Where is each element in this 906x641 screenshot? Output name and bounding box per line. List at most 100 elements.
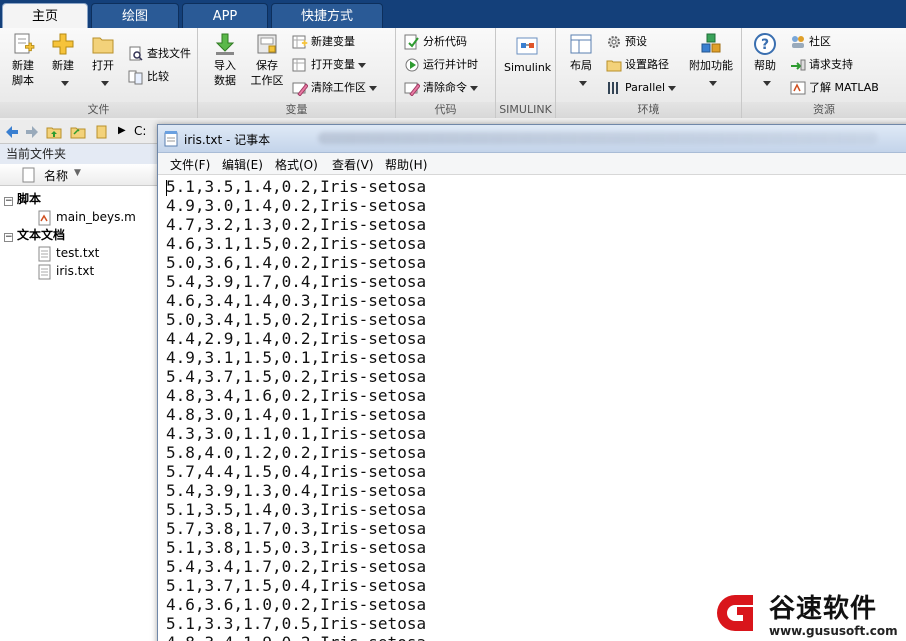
clear-workspace-icon: [292, 82, 308, 96]
clear-commands-button[interactable]: 清除命令: [404, 78, 478, 98]
name-column-header[interactable]: 名称: [44, 167, 68, 184]
preferences-button[interactable]: 预设: [606, 32, 647, 52]
save-workspace-label: 保存 工作区: [250, 59, 284, 87]
clear-workspace-dropdown-icon: [369, 85, 377, 91]
current-folder-title: 当前文件夹: [0, 144, 160, 164]
text-line: 4.3,3.0,1.1,0.1,Iris-setosa: [166, 424, 427, 443]
notepad-window: iris.txt - 记事本 文件(F) 编辑(E) 格式(O) 查看(V) 帮…: [157, 124, 906, 641]
environment-group-label: 环境: [556, 102, 741, 118]
forward-arrow-icon[interactable]: [24, 124, 40, 140]
code-group-label: 代码: [396, 102, 495, 118]
learn-matlab-button[interactable]: 了解 MATLAB: [790, 78, 879, 98]
group-text-docs-label: 文本文档: [17, 228, 66, 242]
file-group-label: 文件: [0, 102, 197, 118]
plus-icon: [52, 33, 74, 55]
file-item[interactable]: test.txt: [38, 244, 99, 262]
help-button[interactable]: ? 帮助: [744, 32, 786, 88]
file-item[interactable]: iris.txt: [38, 262, 94, 280]
menu-format[interactable]: 格式(O): [275, 156, 318, 173]
request-support-button[interactable]: 请求支持: [790, 55, 853, 75]
browse-folder-icon[interactable]: [70, 124, 86, 140]
clear-workspace-label: 清除工作区: [311, 81, 366, 94]
set-path-button[interactable]: 设置路径: [606, 55, 669, 75]
clear-commands-dropdown-icon: [470, 85, 478, 91]
text-caret: [166, 180, 167, 196]
community-button[interactable]: 社区: [790, 32, 831, 52]
find-files-label: 查找文件: [147, 47, 191, 60]
import-icon: [215, 33, 235, 55]
layout-label: 布局: [570, 59, 592, 72]
run-and-time-button[interactable]: 运行并计时: [404, 55, 478, 75]
community-icon: [792, 36, 804, 48]
layout-button[interactable]: 布局: [560, 32, 602, 88]
addons-button[interactable]: 附加功能: [686, 32, 736, 88]
text-line: 4.8,3.0,1.4,0.1,Iris-setosa: [166, 405, 427, 424]
folder-icon: [92, 37, 114, 54]
find-files-icon: [129, 46, 143, 61]
tab-apps[interactable]: APP: [182, 3, 268, 28]
new-variable-button[interactable]: 新建变量: [292, 32, 355, 52]
file-name: iris.txt: [56, 264, 95, 278]
text-line: 5.4,3.7,1.5,0.2,Iris-setosa: [166, 367, 427, 386]
new-variable-icon: [292, 35, 308, 49]
parallel-button[interactable]: Parallel: [606, 78, 677, 98]
group-scripts[interactable]: − 脚本: [4, 190, 41, 208]
run-and-time-icon: [405, 58, 419, 72]
find-files-button[interactable]: 查找文件: [128, 44, 191, 64]
open-label: 打开: [92, 59, 114, 72]
file-type-column-icon: [22, 167, 35, 183]
open-variable-label: 打开变量: [311, 58, 355, 71]
new-button[interactable]: 新建: [42, 32, 84, 88]
menu-file[interactable]: 文件(F): [170, 156, 210, 173]
back-arrow-icon[interactable]: [4, 124, 20, 140]
collapse-icon[interactable]: −: [4, 197, 13, 206]
gususoft-logo: [707, 586, 763, 641]
community-label: 社区: [809, 35, 831, 48]
open-button[interactable]: 打开: [82, 32, 124, 88]
ribbon-toolbar: 新建 脚本 新建 打开 查找文件 比较 文件 导入 数据 保存 工作区 新建变量…: [0, 28, 906, 118]
analyze-code-label: 分析代码: [423, 35, 467, 48]
file-item[interactable]: main_beys.m: [38, 208, 136, 226]
tab-plots[interactable]: 绘图: [91, 3, 179, 28]
open-variable-button[interactable]: 打开变量: [292, 55, 366, 75]
request-support-label: 请求支持: [809, 58, 853, 71]
menu-help[interactable]: 帮助(H): [385, 156, 427, 173]
layout-icon: [570, 34, 592, 54]
text-line: 5.4,3.9,1.3,0.4,Iris-setosa: [166, 481, 427, 500]
simulink-group: Simulink SIMULINK: [496, 28, 556, 118]
tab-shortcuts[interactable]: 快捷方式: [271, 3, 383, 28]
group-text-docs[interactable]: − 文本文档: [4, 226, 65, 244]
save-workspace-icon: [257, 34, 277, 54]
new-variable-label: 新建变量: [311, 35, 355, 48]
clear-commands-label: 清除命令: [423, 81, 467, 94]
blurred-background-path: [318, 132, 878, 144]
learn-matlab-icon: [790, 81, 806, 95]
watermark-brand: 谷速软件: [769, 594, 878, 624]
new-dropdown-icon: [60, 80, 69, 86]
code-group: 分析代码 运行并计时 清除命令 代码: [396, 28, 496, 118]
preferences-label: 预设: [625, 35, 647, 48]
collapse-icon[interactable]: −: [4, 233, 13, 242]
notepad-title-bar[interactable]: iris.txt - 记事本: [158, 125, 906, 153]
import-data-label: 导入 数据: [214, 59, 236, 87]
menu-edit[interactable]: 编辑(E): [222, 156, 263, 173]
compare-button[interactable]: 比较: [128, 67, 169, 87]
compare-icon: [128, 70, 143, 85]
layout-dropdown-icon: [578, 80, 587, 86]
addons-cubes-icon: [701, 33, 721, 53]
svg-text:?: ?: [761, 37, 769, 53]
analyze-code-button[interactable]: 分析代码: [404, 32, 467, 52]
menu-view[interactable]: 查看(V): [332, 156, 374, 173]
help-icon: ?: [754, 33, 776, 55]
tab-home[interactable]: 主页: [2, 3, 88, 28]
save-workspace-button[interactable]: 保存 工作区: [246, 32, 288, 88]
new-script-button[interactable]: 新建 脚本: [2, 32, 44, 88]
simulink-button[interactable]: Simulink: [504, 34, 551, 75]
breadcrumb-path[interactable]: C:: [134, 124, 146, 138]
sort-down-icon[interactable]: ▼: [74, 168, 81, 178]
import-data-button[interactable]: 导入 数据: [204, 32, 246, 88]
notepad-text-area[interactable]: 5.1,3.5,1.4,0.2,Iris-setosa 4.9,3.0,1.4,0…: [166, 177, 906, 641]
clear-workspace-button[interactable]: 清除工作区: [292, 78, 377, 98]
up-folder-icon[interactable]: [46, 124, 62, 140]
simulink-group-label: SIMULINK: [496, 102, 555, 118]
